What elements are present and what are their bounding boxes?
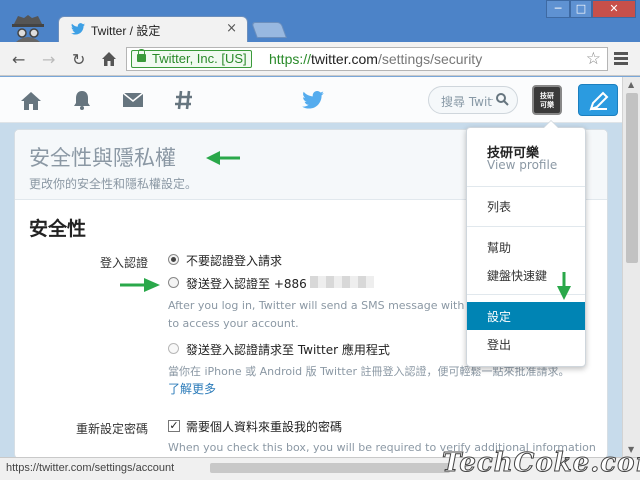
- url-text: https://twitter.com/settings/security: [269, 51, 482, 67]
- reset-password-option-label[interactable]: 需要個人資料來重設我的密碼: [186, 418, 342, 435]
- search-icon[interactable]: [496, 93, 509, 106]
- window-maximize-button[interactable]: □: [570, 0, 592, 18]
- vertical-scrollbar[interactable]: ▲ ▼: [622, 77, 640, 457]
- page-subtitle: 更改你的安全性和隱私權設定。: [29, 177, 198, 191]
- url-scheme: https://: [269, 51, 312, 67]
- back-arrow-icon[interactable]: ←: [12, 50, 25, 69]
- menu-item-keyboard-shortcuts[interactable]: 鍵盤快速鍵: [487, 267, 547, 284]
- window-close-button[interactable]: ✕: [592, 0, 636, 18]
- annotation-arrow-right-icon: [120, 278, 160, 292]
- page-title: 安全性與隱私權: [29, 146, 176, 170]
- lock-icon: [137, 49, 146, 62]
- compose-tweet-button[interactable]: [578, 84, 618, 116]
- reset-password-label: 重新設定密碼: [75, 422, 148, 436]
- ev-certificate-badge[interactable]: Twitter, Inc. [US]: [131, 49, 252, 68]
- reload-icon[interactable]: ↻: [72, 50, 85, 69]
- menu-item-help[interactable]: 幫助: [487, 239, 511, 256]
- twitter-topbar: 搜尋 Twitter 技研 可樂: [0, 77, 622, 123]
- bookmark-star-icon[interactable]: ☆: [586, 49, 601, 69]
- browser-menu-icon[interactable]: [614, 52, 628, 67]
- tab-twitter-settings[interactable]: Twitter / 設定 ×: [58, 16, 248, 42]
- menu-item-settings[interactable]: 設定: [467, 302, 585, 330]
- section-title-security: 安全性: [29, 218, 87, 240]
- scrollbar-thumb[interactable]: [626, 93, 638, 263]
- scroll-up-arrow-icon[interactable]: ▲: [628, 80, 634, 89]
- search-placeholder: 搜尋 Twitter: [441, 95, 493, 109]
- sms-help-text-1: After you log in, Twitter will send a SM…: [168, 299, 475, 312]
- menu-divider: [467, 226, 585, 227]
- menu-item-settings-label: 設定: [487, 310, 512, 324]
- learn-more-link[interactable]: 了解更多: [168, 380, 216, 397]
- url-path: /settings/security: [377, 51, 483, 67]
- radio-send-sms[interactable]: [168, 277, 179, 288]
- browser-titlebar: Twitter / 設定 × ─ □ ✕: [0, 0, 640, 42]
- address-bar[interactable]: Twitter, Inc. [US] https://twitter.com/s…: [126, 47, 608, 71]
- compose-quill-icon: [589, 91, 609, 111]
- ev-label: Twitter, Inc. [US]: [152, 51, 247, 66]
- home-icon[interactable]: [20, 91, 42, 111]
- login-verification-label: 登入認證: [99, 256, 148, 270]
- view-profile-link[interactable]: View profile: [487, 158, 557, 172]
- discover-hashtag-icon[interactable]: [174, 89, 194, 111]
- radio-send-app[interactable]: [168, 343, 179, 354]
- phone-number-redacted: [310, 276, 374, 288]
- menu-divider: [467, 186, 585, 187]
- horizontal-scrollbar[interactable]: [210, 463, 450, 473]
- option-send-app-label[interactable]: 發送登入認證請求至 Twitter 應用程式: [186, 341, 390, 358]
- browser-toolbar: ← → ↻ Twitter, Inc. [US] https://twitter…: [0, 42, 640, 76]
- option-send-sms-label[interactable]: 發送登入認證至 +886: [186, 275, 307, 292]
- menu-item-lists[interactable]: 列表: [487, 198, 511, 215]
- twitter-bird-icon: [71, 23, 85, 35]
- forward-arrow-icon[interactable]: →: [42, 50, 55, 69]
- radio-no-verify[interactable]: [168, 254, 179, 265]
- menu-item-logout[interactable]: 登出: [487, 336, 511, 353]
- window-minimize-button[interactable]: ─: [546, 0, 570, 18]
- new-tab-button[interactable]: [251, 22, 287, 38]
- search-box[interactable]: 搜尋 Twitter: [428, 86, 518, 114]
- sms-help-text-2: to access your account.: [168, 317, 299, 330]
- watermark-text: TechCoke.com: [442, 448, 640, 479]
- notifications-bell-icon[interactable]: [72, 89, 92, 111]
- avatar-text: 技研 可樂: [540, 92, 554, 109]
- incognito-icon: [12, 15, 44, 42]
- avatar[interactable]: 技研 可樂: [532, 85, 562, 115]
- twitter-logo-icon[interactable]: [302, 91, 324, 109]
- reset-password-checkbox[interactable]: ✓: [168, 420, 180, 432]
- annotation-arrow-down-icon: [557, 272, 571, 300]
- user-dropdown-menu: 技研可樂 View profile 列表 幫助 鍵盤快速鍵 設定 登出: [466, 120, 586, 367]
- tab-close-icon[interactable]: ×: [226, 21, 237, 36]
- url-host: twitter.com: [311, 51, 378, 67]
- tab-title: Twitter / 設定: [91, 24, 161, 38]
- messages-envelope-icon[interactable]: [122, 92, 144, 108]
- home-icon[interactable]: [101, 51, 117, 67]
- status-url: https://twitter.com/settings/account: [6, 462, 175, 474]
- annotation-arrow-left-icon: [206, 151, 240, 165]
- option-no-verify-label[interactable]: 不要認證登入請求: [186, 252, 282, 269]
